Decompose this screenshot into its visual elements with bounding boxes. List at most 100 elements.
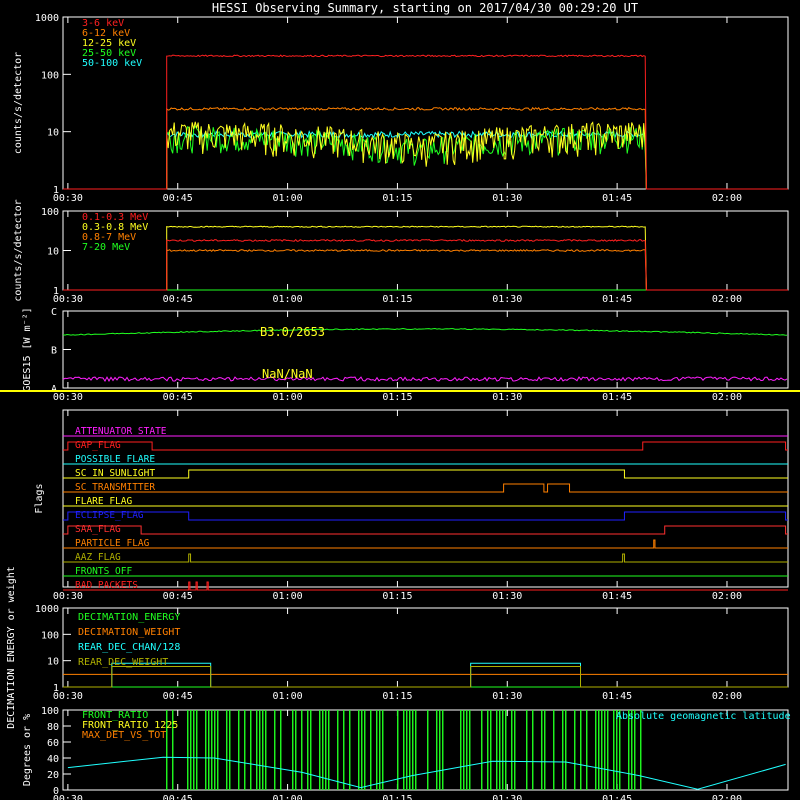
y-tick-label: B (51, 346, 57, 357)
x-tick-label: 00:30 (53, 392, 83, 403)
y-tick-label: 1 (53, 683, 59, 694)
decimation-trace (63, 666, 788, 688)
y-tick-label: 1000 (35, 13, 59, 24)
y-tick-label: 1000 (35, 604, 59, 615)
flag-trace (63, 539, 788, 549)
y-tick-label: 10 (47, 128, 59, 139)
y-tick-label: 1 (53, 286, 59, 297)
flag-label: SC_IN_SUNLIGHT (75, 468, 155, 479)
x-tick-label: 01:00 (273, 392, 303, 403)
x-tick-label: 01:15 (382, 392, 412, 403)
series-line (63, 238, 788, 291)
y-tick-label: C (51, 307, 57, 318)
x-tick-label: 02:00 (712, 794, 742, 800)
x-tick-label: 00:45 (163, 794, 193, 800)
panel-flags: 00:30 00:45 01:00 01:15 01:30 01:45 02:00 Flags… (34, 409, 789, 602)
y-tick-label: 1 (53, 185, 59, 196)
flag-label: ATTENUATOR_STATE (75, 426, 167, 437)
x-tick-label: 01:30 (492, 794, 522, 800)
series-line (63, 54, 788, 190)
panel-goes: 00:30 00:45 01:00 01:15 01:30 01:45 02:00 A B C GO… (0, 307, 800, 403)
x-tick-label: 01:00 (273, 794, 303, 800)
y-tick-label: A (51, 384, 57, 395)
x-tick-label: 01:45 (602, 691, 632, 702)
y-axis-label: counts/s/detector (13, 199, 24, 301)
x-tick-label: 02:00 (712, 591, 742, 602)
legend-entry: REAR_DEC_WEIGHT (78, 657, 168, 668)
x-tick-label: 01:30 (492, 591, 522, 602)
flag-label: AAZ_FLAG (75, 552, 121, 563)
legend-entry: DECIMATION_WEIGHT (78, 627, 180, 638)
y-tick-label: 80 (47, 722, 59, 733)
panel-high_energy: 00:30 00:45 01:00 01:15 01:30 01:45 02:0011010… (13, 199, 789, 305)
legend-entry: 50-100 keV (82, 58, 142, 69)
panel-low_energy: 00:30 00:45 01:00 01:15 01:30 01:45 02:0011010… (13, 13, 789, 204)
flag-trace (63, 511, 788, 521)
flag-trace (63, 441, 788, 451)
y-tick-label: 40 (47, 754, 59, 765)
legend-entry: REAR_DEC_CHAN/128 (78, 642, 180, 653)
x-tick-label: 02:00 (712, 193, 742, 204)
series-line (63, 106, 788, 190)
x-tick-label: 00:30 (53, 591, 83, 602)
flag-label: BAD_PACKETS (75, 580, 138, 591)
hessi-summary-chart: HESSI Observing Summary, starting on 201… (0, 0, 800, 800)
plot-frame (62, 310, 789, 389)
x-tick-label: 01:45 (602, 294, 632, 305)
flag-trace (63, 581, 788, 591)
x-tick-label: 00:45 (163, 193, 193, 204)
x-tick-label: 01:45 (602, 193, 632, 204)
y-tick-label: 100 (41, 70, 59, 81)
y-axis-label: Degrees or % (22, 714, 33, 786)
plot-frame (62, 409, 789, 588)
geomagnetic-annotation: Absolute geomagnetic latitude (616, 711, 791, 722)
panel-ratios: 00:30 00:45 01:00 01:15 01:30 01:45 02:0002040… (22, 706, 791, 800)
flag-label: SC_TRANSMITTER (75, 482, 155, 493)
flag-trace (63, 483, 788, 493)
goes-short-line (62, 376, 788, 382)
x-tick-label: 01:00 (273, 591, 303, 602)
x-tick-label: 00:45 (163, 591, 193, 602)
x-tick-label: 01:45 (602, 392, 632, 403)
flag-trace (63, 553, 788, 563)
geomagnetic-latitude-line (67, 756, 786, 790)
x-tick-label: 01:15 (382, 591, 412, 602)
goes-annotation: B3.0/2653 (260, 325, 325, 339)
goes-annotation: NaN/NaN (262, 367, 313, 381)
plot-stack: 00:30 00:45 01:00 01:15 01:30 01:45 02:0011010… (0, 13, 800, 800)
y-axis-label: counts/s/detector (13, 52, 24, 154)
legend-entry: DECIMATION_ENERGY (78, 612, 180, 623)
x-tick-label: 01:00 (273, 193, 303, 204)
series-line (63, 225, 788, 291)
x-tick-label: 02:00 (712, 392, 742, 403)
y-tick-label: 0 (53, 786, 59, 797)
x-tick-label: 01:00 (273, 691, 303, 702)
flag-label: FRONTS_OFF (75, 566, 132, 577)
x-tick-label: 02:00 (712, 294, 742, 305)
x-tick-label: 01:15 (382, 691, 412, 702)
x-tick-label: 00:45 (163, 691, 193, 702)
x-tick-label: 00:45 (163, 392, 193, 403)
flag-label: POSSIBLE_FLARE (75, 454, 155, 465)
x-tick-label: 01:00 (273, 294, 303, 305)
x-tick-label: 01:45 (602, 794, 632, 800)
y-axis-label: DECIMATION ENERGY or weight (6, 566, 17, 729)
legend-entry: 7-20 MeV (82, 242, 130, 253)
y-tick-label: 10 (47, 247, 59, 258)
x-tick-label: 01:30 (492, 392, 522, 403)
y-tick-label: 60 (47, 738, 59, 749)
chart-title: HESSI Observing Summary, starting on 201… (212, 1, 638, 15)
flag-trace (63, 525, 788, 535)
y-tick-label: 10 (47, 657, 59, 668)
flag-trace (63, 469, 788, 479)
x-tick-label: 00:45 (163, 294, 193, 305)
x-tick-label: 01:45 (602, 591, 632, 602)
y-tick-label: 100 (41, 630, 59, 641)
x-tick-label: 01:15 (382, 794, 412, 800)
goes-long-line (62, 327, 788, 336)
y-axis-label: Flags (34, 483, 45, 513)
series-line (63, 249, 788, 291)
x-tick-label: 01:30 (492, 294, 522, 305)
x-tick-label: 01:30 (492, 691, 522, 702)
y-axis-label: GOES15 [W m⁻²] (22, 307, 33, 391)
